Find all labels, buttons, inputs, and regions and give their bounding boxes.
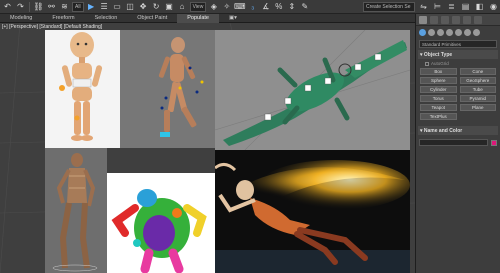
command-panel-tabs xyxy=(416,14,500,26)
command-panel: Standard Primitives ▾ Object Type AutoGr… xyxy=(415,14,500,273)
mirror-icon[interactable]: ⇋ xyxy=(418,1,429,12)
create-category-icons xyxy=(416,26,500,38)
torus-button[interactable]: Torus xyxy=(420,95,457,102)
select-move-icon[interactable]: ✥ xyxy=(138,1,149,12)
shapes-icon[interactable] xyxy=(428,28,435,36)
pyramid-button[interactable]: Pyramid xyxy=(459,95,496,102)
redo-icon[interactable]: ↷ xyxy=(15,1,26,12)
autogrid-check-icon xyxy=(425,61,429,66)
tab-freeform[interactable]: Freeform xyxy=(42,14,84,23)
select-rotate-icon[interactable]: ↻ xyxy=(151,1,162,12)
edit-named-selection-icon[interactable]: ✎ xyxy=(299,1,310,12)
hierarchy-tab[interactable] xyxy=(441,15,449,24)
tab-modeling[interactable]: Modeling xyxy=(0,14,42,23)
align-icon[interactable]: ⊨ xyxy=(432,1,443,12)
tube-button[interactable]: Tube xyxy=(459,86,496,93)
select-by-name-icon[interactable]: ☰ xyxy=(99,1,110,12)
place-icon[interactable]: ⌂ xyxy=(177,1,188,12)
percent-snap-icon[interactable]: % xyxy=(273,1,284,12)
autogrid-checkbox[interactable]: AutoGrid xyxy=(416,59,500,68)
unlink-icon[interactable]: ⚯ xyxy=(46,1,57,12)
sphere-button[interactable]: Sphere xyxy=(420,77,457,84)
tab-selection[interactable]: Selection xyxy=(85,14,128,23)
graph-editor-icon[interactable]: ◧ xyxy=(474,1,485,12)
space-warps-icon[interactable] xyxy=(464,28,471,36)
name-color-rollout[interactable]: ▾ Name and Color xyxy=(418,126,498,135)
scene-explorer-icon[interactable]: ≣ xyxy=(446,1,457,12)
modify-tab[interactable] xyxy=(430,15,438,24)
undo-icon[interactable]: ↶ xyxy=(2,1,13,12)
toolbar-right-icons: ⇋ ⊨ ≣ ▤ ◧ ◉ xyxy=(418,1,499,12)
perspective-viewport[interactable]: [+] [Perspective] [Standard] [Default Sh… xyxy=(0,23,415,273)
object-type-title: Object Type xyxy=(423,51,453,58)
display-tab[interactable] xyxy=(463,15,471,24)
selection-filter-dropdown[interactable]: All xyxy=(72,1,84,12)
name-color-row xyxy=(419,138,497,147)
snaps-toggle-icon[interactable]: ₃ xyxy=(247,1,258,12)
helpers-icon[interactable] xyxy=(455,28,462,36)
object-type-buttons: Box Cone Sphere GeoSphere Cylinder Tube … xyxy=(416,68,500,120)
create-tab[interactable] xyxy=(419,15,427,24)
spinner-snap-icon[interactable]: ⇕ xyxy=(286,1,297,12)
object-type-rollout[interactable]: ▾ Object Type xyxy=(418,50,498,59)
window-crossing-icon[interactable]: ◫ xyxy=(125,1,136,12)
render-alligator-rig xyxy=(215,30,410,150)
cameras-icon[interactable] xyxy=(446,28,453,36)
render-rigged-mannequin xyxy=(120,30,215,148)
ribbon-options-icon[interactable]: ▣▾ xyxy=(219,14,247,23)
render-armored-character xyxy=(45,148,107,273)
select-object-icon[interactable]: ▶ xyxy=(86,1,97,12)
material-editor-icon[interactable]: ◉ xyxy=(488,1,499,12)
select-manipulate-icon[interactable]: ✧ xyxy=(221,1,232,12)
textplus-button[interactable]: TextPlus xyxy=(420,113,457,120)
geometry-icon[interactable] xyxy=(419,28,426,36)
object-name-field[interactable] xyxy=(419,139,488,146)
motion-tab[interactable] xyxy=(452,15,460,24)
name-color-title: Name and Color xyxy=(423,127,463,134)
reference-coordinate-dropdown[interactable]: View xyxy=(189,1,207,12)
pivot-point-icon[interactable]: ◈ xyxy=(208,1,219,12)
toolbar-divider xyxy=(29,1,30,12)
utilities-tab[interactable] xyxy=(474,15,482,24)
render-wooden-mannequin xyxy=(45,30,120,148)
cone-button[interactable]: Cone xyxy=(459,68,496,75)
rectangular-selection-icon[interactable]: ▭ xyxy=(112,1,123,12)
lights-icon[interactable] xyxy=(437,28,444,36)
link-icon[interactable]: ⛓ xyxy=(33,1,44,12)
box-button[interactable]: Box xyxy=(420,68,457,75)
cylinder-button[interactable]: Cylinder xyxy=(420,86,457,93)
selection-set-dropdown[interactable]: Create Selection Se xyxy=(363,2,415,12)
angle-snap-icon[interactable]: ∡ xyxy=(260,1,271,12)
layer-explorer-icon[interactable]: ▤ xyxy=(460,1,471,12)
tab-populate[interactable]: Populate xyxy=(177,13,219,23)
render-action-pose xyxy=(215,150,410,273)
select-scale-icon[interactable]: ▣ xyxy=(164,1,175,12)
tab-object-paint[interactable]: Object Paint xyxy=(127,14,177,23)
render-colorful-ogre xyxy=(107,173,215,273)
geosphere-button[interactable]: GeoSphere xyxy=(459,77,496,84)
systems-icon[interactable] xyxy=(473,28,480,36)
keyboard-shortcut-icon[interactable]: ⌨ xyxy=(234,1,246,12)
plane-button[interactable]: Plane xyxy=(459,104,496,111)
object-color-swatch[interactable] xyxy=(491,139,497,146)
teapot-button[interactable]: Teapot xyxy=(420,104,457,111)
bind-space-warp-icon[interactable]: ≋ xyxy=(59,1,70,12)
autogrid-label: AutoGrid xyxy=(431,61,449,66)
ribbon-tabs: Modeling Freeform Selection Object Paint… xyxy=(0,13,415,23)
primitive-type-dropdown[interactable]: Standard Primitives xyxy=(419,40,497,48)
